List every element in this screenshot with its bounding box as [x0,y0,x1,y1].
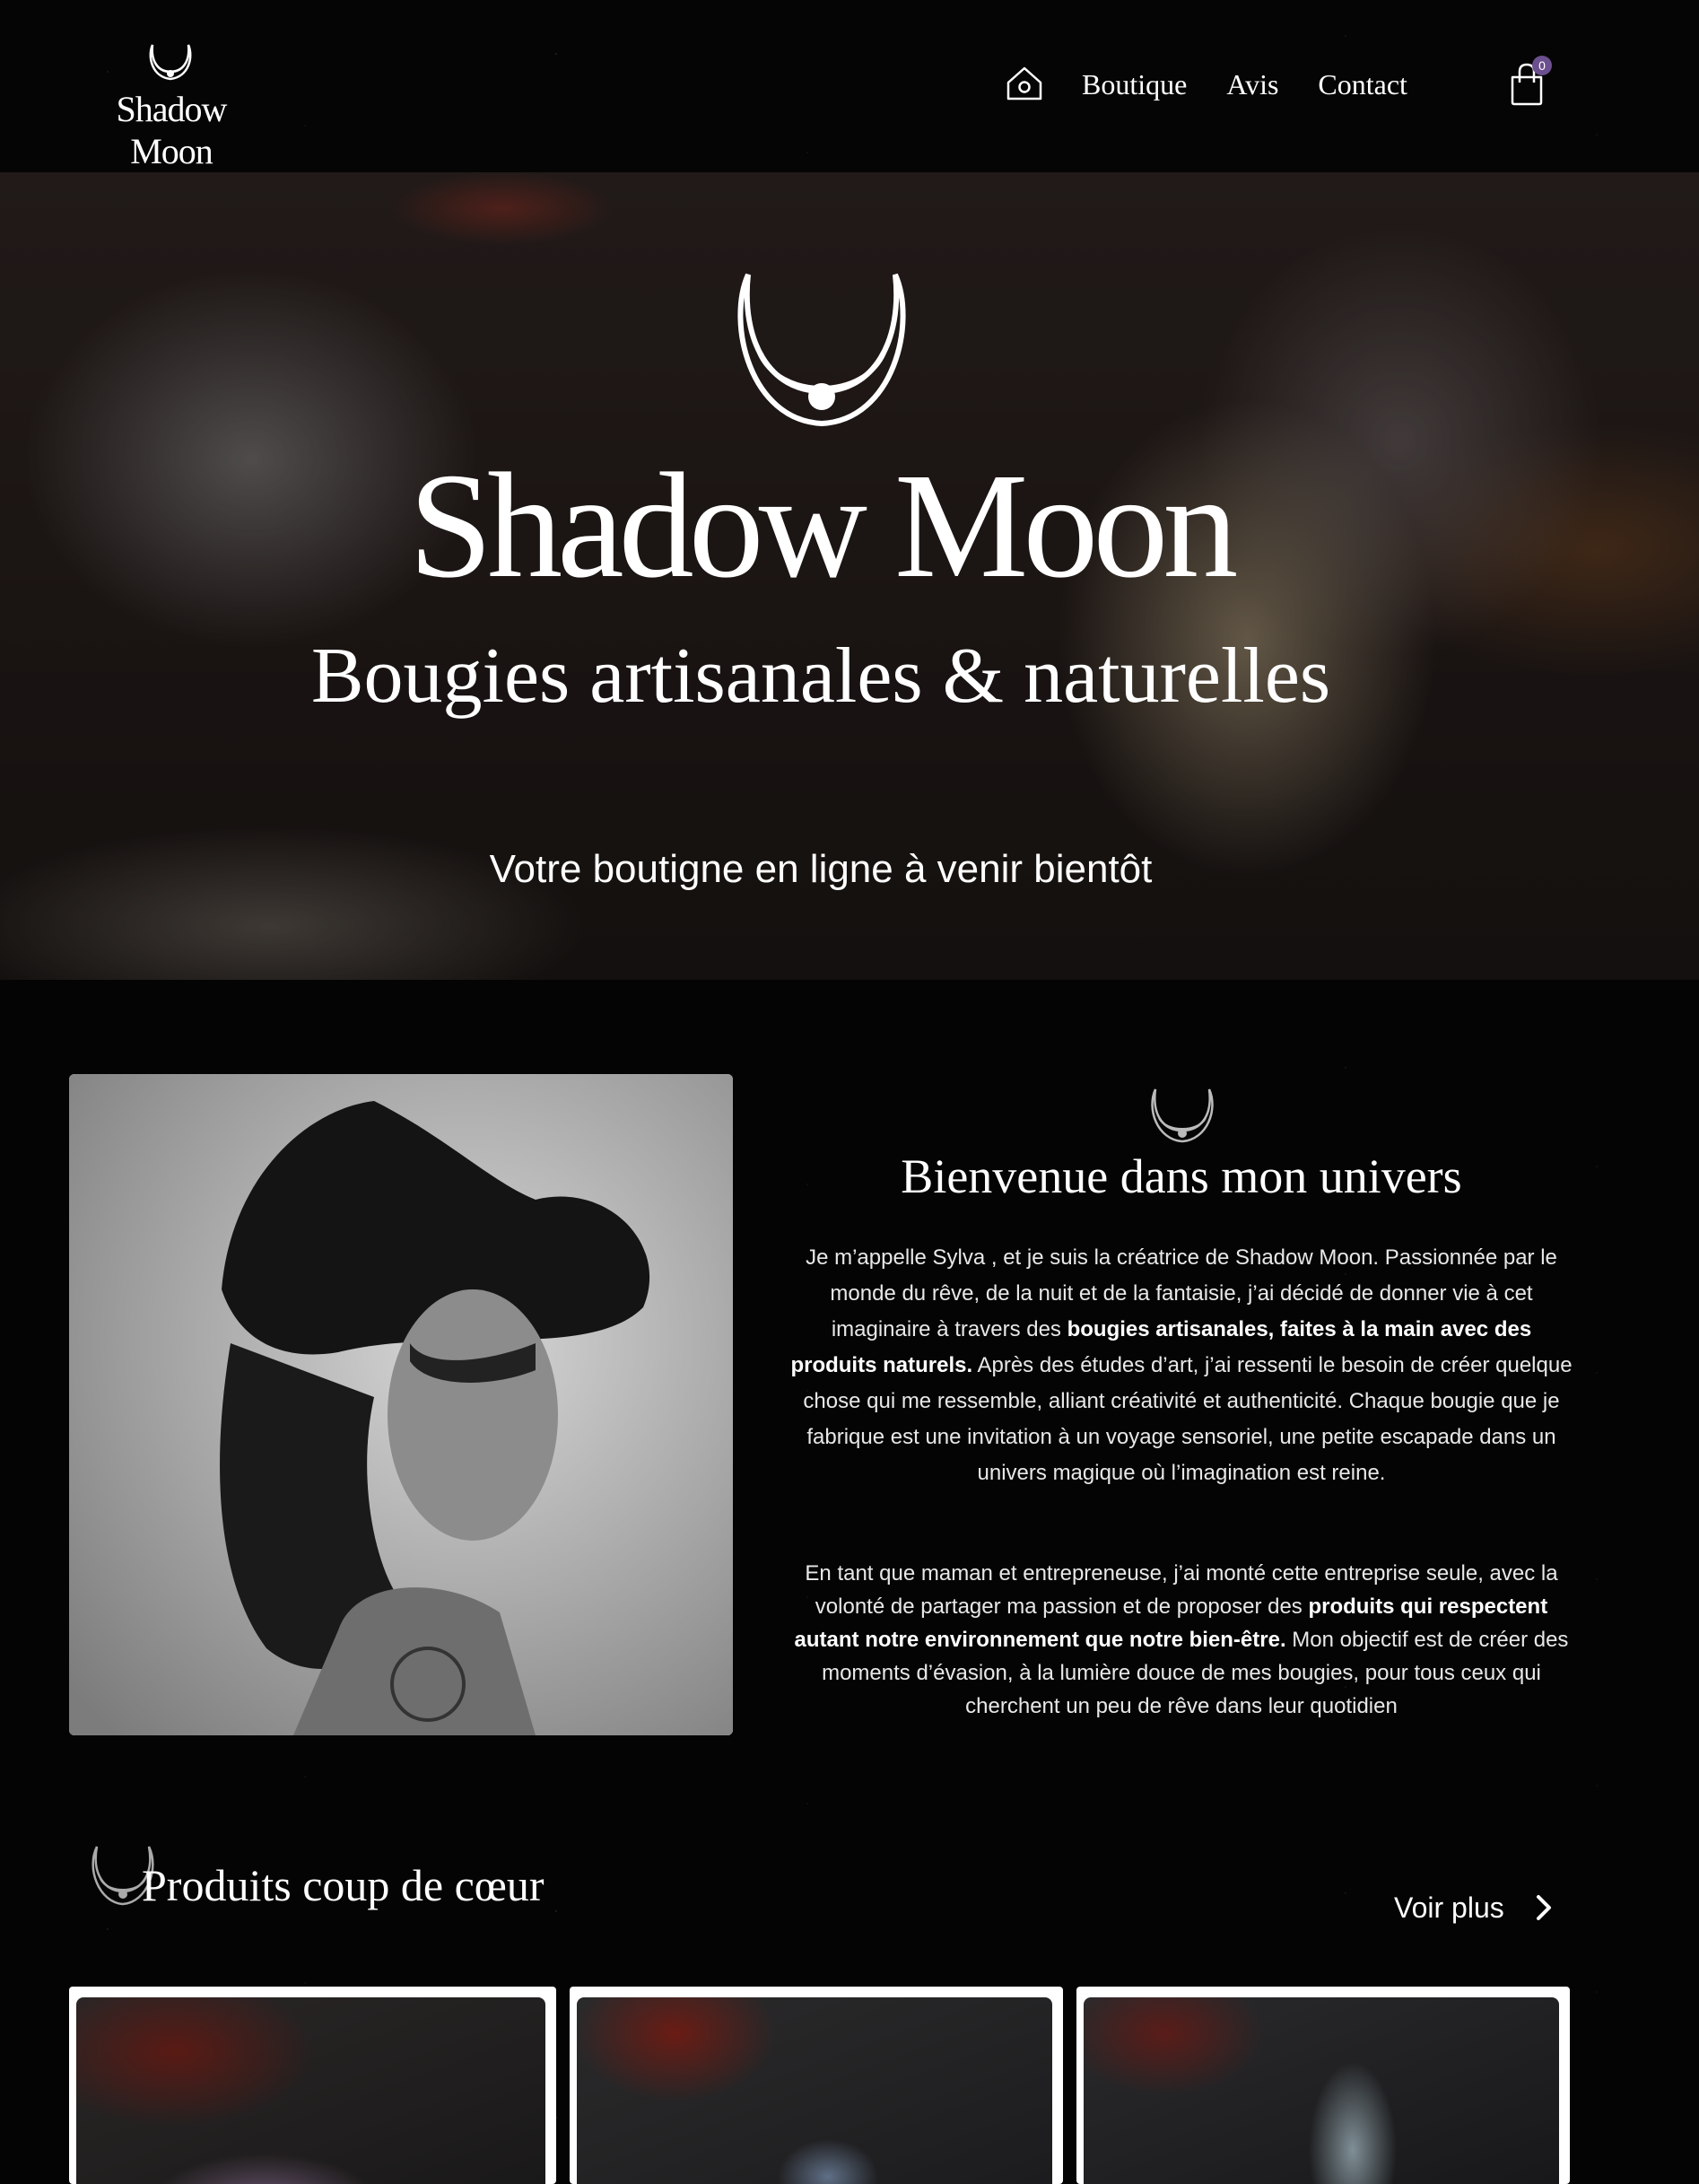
brand-name: Shadow Moon [116,89,228,171]
see-more-link[interactable]: Voir plus [1394,1888,1553,1927]
nav-link-contact[interactable]: Contact [1318,68,1407,101]
hero-subtitle: Bougies artisanales & naturelles [310,633,1331,720]
chevron-right-icon [1536,1895,1551,1920]
product-image [577,1997,1052,2184]
product-card[interactable] [69,1987,556,2184]
site-header: Shadow Moon Boutique Avis Contact 0 [0,0,1699,172]
product-card[interactable] [570,1987,1063,2184]
cart-count-badge: 0 [1532,56,1552,75]
nav-link-avis[interactable]: Avis [1226,68,1278,101]
brand-logo-link[interactable]: Shadow Moon [72,41,271,171]
hero-banner: Shadow Moon Bougies artisanales & nature… [0,172,1699,980]
founder-portrait [69,1074,733,1735]
about-title: Bienvenue dans mon univers [901,1149,1462,1203]
products-section-title: Produits coup de cœur [142,1860,545,1910]
portrait-illustration [69,1074,733,1735]
about-paragraph-2: En tant que maman et entrepreneuse, j’ai… [789,1557,1573,1723]
see-more-label: Voir plus [1394,1891,1504,1924]
nav-link-boutique[interactable]: Boutique [1082,68,1187,101]
about-paragraph-1: Je m’appelle Sylva , et je suis la créat… [789,1240,1573,1491]
hero-tagline: Votre boutigne en ligne à venir bientôt [489,847,1153,891]
product-image [1084,1997,1559,2184]
crescent-moon-icon [737,273,906,427]
product-card[interactable] [1076,1987,1570,2184]
hero-title: Shadow Moon [408,442,1239,609]
main-nav: Boutique Avis Contact [1003,57,1447,111]
crescent-moon-icon [1151,1088,1214,1143]
product-image [76,1997,545,2184]
cart-button[interactable]: 0 [1507,56,1557,111]
crescent-moon-icon [149,44,192,81]
home-icon[interactable] [1003,63,1046,106]
